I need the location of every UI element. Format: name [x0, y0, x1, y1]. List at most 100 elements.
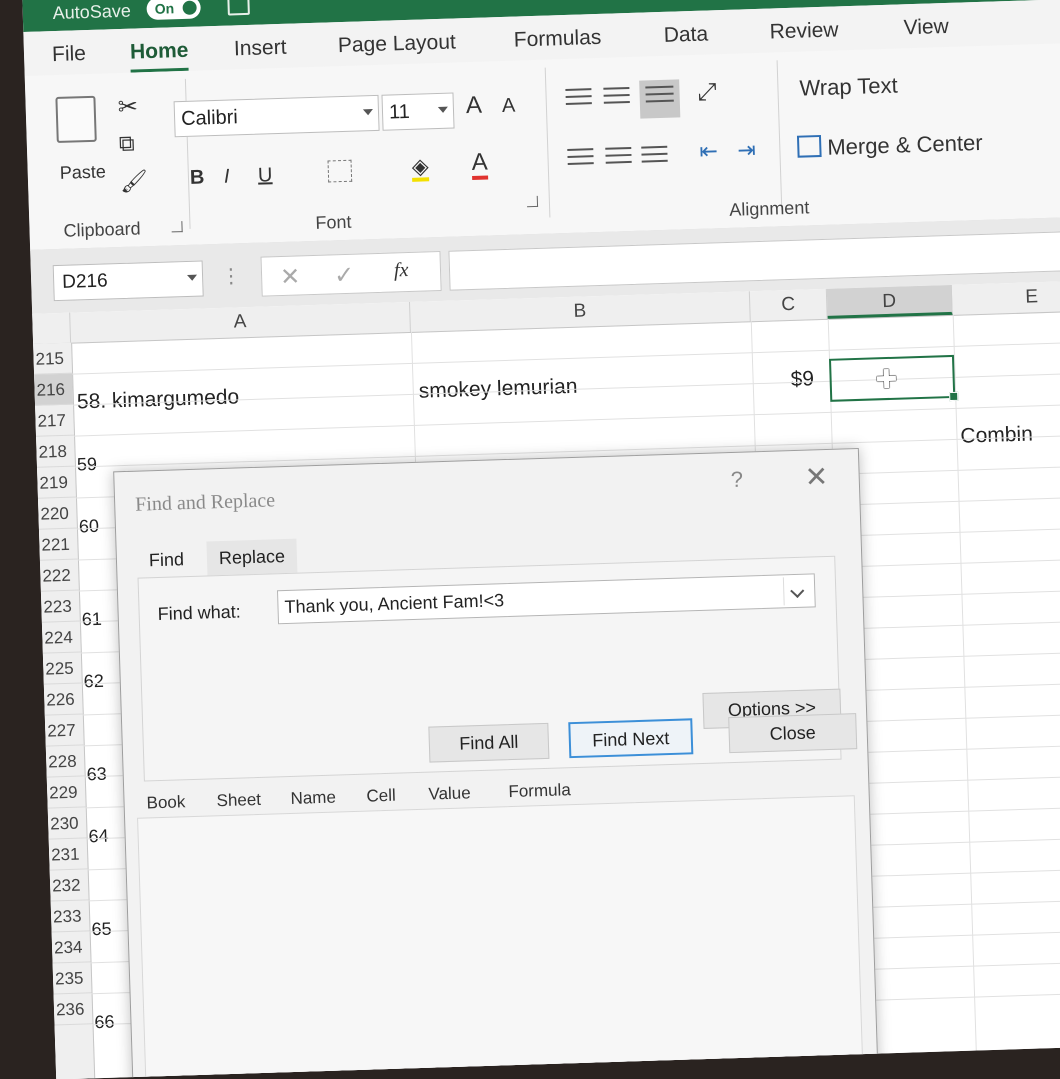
find-what-input[interactable]: Thank you, Ancient Fam!<3 [276, 573, 816, 625]
row-header[interactable]: 235 [52, 962, 92, 995]
cell-a236[interactable]: 66 [94, 1012, 115, 1034]
tab-file[interactable]: File [52, 42, 87, 67]
column-header-e[interactable]: E [951, 279, 1060, 315]
help-icon[interactable]: ? [730, 467, 743, 493]
cell-a225[interactable]: 62 [83, 671, 104, 693]
font-color-button[interactable]: A [471, 148, 489, 180]
autosave-label: AutoSave [52, 0, 132, 24]
insert-function-button[interactable]: fx [394, 259, 409, 282]
copy-icon[interactable]: ⧉ [118, 131, 135, 157]
cell-a220[interactable]: 60 [79, 516, 100, 538]
font-size-select[interactable]: 11 [381, 92, 455, 131]
results-list[interactable] [137, 795, 864, 1079]
select-all-corner[interactable] [32, 312, 72, 344]
row-header[interactable]: 219 [37, 466, 76, 499]
align-center-icon[interactable] [605, 146, 632, 170]
align-right-icon[interactable] [641, 145, 668, 169]
italic-button[interactable]: I [224, 166, 230, 189]
row-header[interactable]: 234 [51, 931, 91, 964]
tab-home[interactable]: Home [130, 39, 189, 65]
row-header[interactable]: 220 [37, 497, 77, 530]
results-col-name[interactable]: Name [290, 788, 336, 809]
close-icon[interactable]: ✕ [804, 460, 828, 494]
row-header[interactable]: 224 [41, 621, 81, 654]
orientation-icon[interactable]: ⤢ [697, 78, 717, 107]
name-box[interactable]: D216 [52, 260, 204, 302]
cell-a218[interactable]: 59 [77, 454, 98, 476]
row-header[interactable]: 230 [47, 807, 87, 840]
row-header[interactable]: 233 [50, 900, 90, 933]
align-middle-icon[interactable] [603, 86, 630, 110]
align-bottom-icon[interactable] [639, 79, 681, 119]
row-header[interactable]: 231 [48, 838, 88, 871]
shrink-font-button[interactable]: A [502, 95, 516, 118]
row-header[interactable]: 228 [45, 745, 85, 778]
close-button[interactable]: Close [728, 713, 858, 754]
row-header[interactable]: 218 [36, 435, 75, 468]
align-left-icon[interactable] [567, 148, 594, 171]
tab-find[interactable]: Find [136, 542, 196, 578]
save-icon[interactable] [227, 0, 250, 16]
increase-indent-icon[interactable]: ⇥ [737, 137, 756, 164]
column-header-d[interactable]: D [826, 284, 953, 319]
cell-e218[interactable]: Combin [960, 422, 1033, 448]
row-header[interactable]: 215 [33, 342, 73, 375]
cell-c216[interactable]: $9 [790, 367, 814, 392]
grow-font-button[interactable]: A [465, 92, 482, 120]
results-col-sheet[interactable]: Sheet [216, 790, 261, 811]
paste-button-label[interactable]: Paste [59, 161, 106, 183]
bold-button[interactable]: B [190, 166, 205, 189]
results-col-cell[interactable]: Cell [366, 786, 396, 807]
autosave-toggle[interactable]: On [146, 0, 201, 21]
cell-a228[interactable]: 63 [86, 764, 107, 786]
cell-a233[interactable]: 65 [91, 919, 112, 941]
find-next-button[interactable]: Find Next [568, 718, 694, 759]
merge-icon[interactable] [796, 134, 822, 158]
cell-a223[interactable]: 61 [81, 609, 102, 631]
font-launcher-icon[interactable] [526, 195, 539, 208]
row-header[interactable]: 227 [44, 714, 84, 747]
borders-icon[interactable] [327, 159, 353, 183]
cell-a230[interactable]: 64 [88, 826, 109, 848]
format-painter-icon[interactable]: 🖌 [120, 168, 149, 195]
chevron-down-icon[interactable] [782, 576, 813, 606]
paste-icon[interactable] [55, 95, 97, 143]
row-header[interactable]: 226 [43, 683, 83, 716]
row-header[interactable]: 221 [38, 528, 78, 561]
tab-view[interactable]: View [903, 15, 949, 40]
tab-formulas[interactable]: Formulas [513, 26, 601, 53]
decrease-indent-icon[interactable]: ⇤ [699, 138, 718, 165]
cut-icon[interactable]: ✂ [117, 92, 138, 122]
row-header[interactable]: 232 [49, 869, 89, 902]
enter-icon[interactable]: ✓ [334, 261, 355, 291]
align-top-icon[interactable] [565, 88, 592, 111]
row-header[interactable]: 223 [40, 590, 80, 623]
results-col-book[interactable]: Book [146, 792, 185, 813]
results-col-formula[interactable]: Formula [508, 780, 571, 802]
row-header[interactable]: 236 [53, 993, 93, 1026]
font-name-select[interactable]: Calibri [173, 94, 380, 138]
row-header[interactable]: 229 [46, 776, 86, 809]
more-dots-icon[interactable]: ⋮ [221, 263, 242, 289]
results-col-value[interactable]: Value [428, 783, 471, 804]
row-header[interactable]: 222 [39, 559, 79, 592]
wrap-text-button[interactable]: Wrap Text [799, 73, 898, 102]
row-header[interactable]: 225 [42, 652, 82, 685]
tab-data[interactable]: Data [663, 22, 708, 47]
find-all-button[interactable]: Find All [428, 722, 550, 763]
tab-replace[interactable]: Replace [206, 538, 298, 576]
tab-insert[interactable]: Insert [234, 36, 287, 62]
underline-button[interactable]: U [258, 164, 273, 187]
row-header[interactable]: 217 [35, 404, 75, 437]
merge-center-button[interactable]: Merge & Center [827, 130, 983, 161]
clipboard-launcher-icon[interactable] [171, 221, 183, 233]
font-group-label: Font [315, 211, 352, 233]
row-header[interactable]: 216 [34, 373, 74, 406]
cancel-icon[interactable]: ✕ [280, 262, 301, 292]
fill-color-icon[interactable]: ◈ [411, 153, 430, 182]
alignment-group-label: Alignment [728, 197, 810, 220]
formula-input[interactable] [448, 228, 1060, 291]
tab-review[interactable]: Review [769, 18, 839, 44]
column-header-c[interactable]: C [749, 288, 828, 322]
tab-page-layout[interactable]: Page Layout [338, 30, 457, 58]
